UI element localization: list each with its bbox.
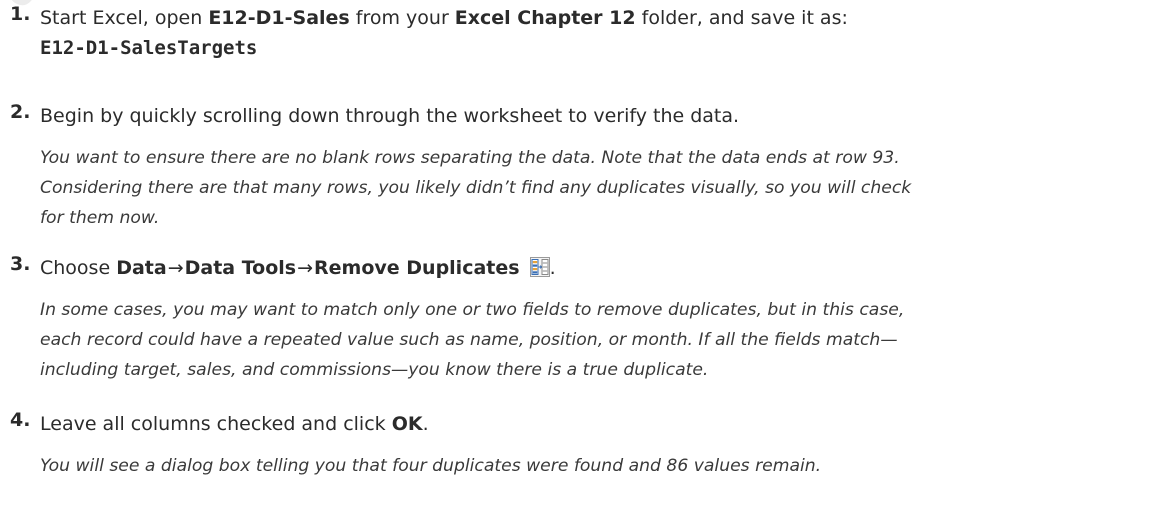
step-instruction: Begin by quickly scrolling down through … <box>40 105 740 127</box>
ribbon-group-data-tools: Data Tools <box>184 257 297 279</box>
instr-text: . <box>422 413 429 435</box>
note-line: Considering there are that many rows, yo… <box>40 178 912 198</box>
ribbon-tab-data: Data <box>116 257 167 279</box>
step-4: 4. Leave all columns checked and click O… <box>10 409 821 481</box>
step-note: You will see a dialog box telling you th… <box>40 451 821 481</box>
step-instruction: Leave all columns checked and click OK. <box>40 409 821 439</box>
note-line: You want to ensure there are no blank ro… <box>40 148 900 168</box>
instr-text: from your <box>349 7 455 29</box>
note-line: each record could have a repeated value … <box>40 330 898 350</box>
ok-label: OK <box>391 413 423 435</box>
command-remove-duplicates: Remove Duplicates <box>314 257 520 279</box>
step-note: In some cases, you may want to match onl… <box>40 295 904 385</box>
step-number: 4. <box>10 409 31 431</box>
step-number: 1. <box>10 3 31 25</box>
step-2: 2. Begin by quickly scrolling down throu… <box>10 101 911 233</box>
step-number: 2. <box>10 101 31 123</box>
note-line: for them now. <box>40 208 160 228</box>
note-line: You will see a dialog box telling you th… <box>40 456 822 476</box>
note-line: including target, sales, and commissions… <box>40 360 709 380</box>
remove-duplicates-icon <box>529 256 550 277</box>
instr-text: Start Excel, open <box>40 7 209 29</box>
folder-name: Excel Chapter 12 <box>454 7 636 29</box>
step-3: 3. Choose Data→Data Tools→Remove Duplica… <box>10 253 904 385</box>
instr-text: Leave all columns checked and click <box>40 413 392 435</box>
instr-text: folder, and save it as: <box>635 7 848 29</box>
arrow-icon: → <box>167 257 184 279</box>
step-note: You want to ensure there are no blank ro… <box>40 143 911 233</box>
note-line: In some cases, you may want to match onl… <box>40 300 905 320</box>
file-name: E12-D1-Sales <box>208 7 350 29</box>
step-1: 1. Start Excel, open E12-D1-Sales from y… <box>10 3 848 63</box>
save-as-filename: E12-D1-SalesTargets <box>40 37 258 59</box>
step-instruction: Choose Data→Data Tools→Remove Duplicates… <box>40 253 904 283</box>
instr-text: . <box>549 257 556 279</box>
step-instruction: Start Excel, open E12-D1-Sales from your… <box>40 3 848 33</box>
step-number: 3. <box>10 253 31 275</box>
instr-text: Choose <box>40 257 117 279</box>
arrow-icon: → <box>297 257 314 279</box>
